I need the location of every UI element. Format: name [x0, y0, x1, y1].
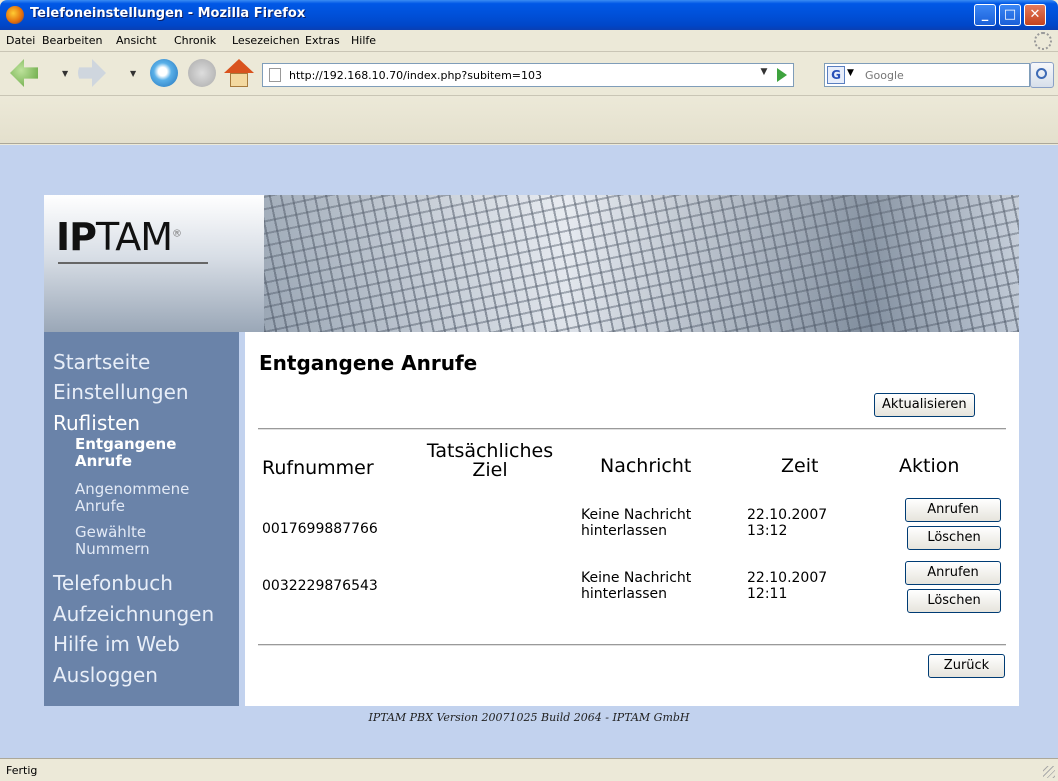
status-bar: Fertig: [0, 758, 1058, 781]
menu-bar: Datei Bearbeiten Ansicht Chronik Lesezei…: [0, 30, 1058, 52]
reload-icon[interactable]: [150, 59, 178, 87]
sidebar-item-startseite[interactable]: Startseite: [53, 350, 150, 374]
forward-arrow-icon[interactable]: [78, 59, 106, 87]
page-icon: [269, 68, 281, 82]
header-banner: IPTAM®: [44, 195, 1019, 332]
bookmarks-toolbar: [0, 96, 1058, 144]
stop-icon[interactable]: [188, 59, 216, 87]
sidebar-subitem-gewaehlte-nummern[interactable]: Gewählte Nummern: [75, 524, 175, 558]
back-history-dropdown-icon[interactable]: ▼: [62, 69, 68, 78]
search-input[interactable]: [865, 67, 1025, 83]
menu-chronik[interactable]: Chronik: [174, 34, 216, 47]
status-text: Fertig: [6, 764, 38, 777]
address-bar[interactable]: ▼: [262, 63, 794, 87]
column-header-zeit: Zeit: [781, 455, 819, 477]
resize-grip-icon[interactable]: [1043, 766, 1055, 778]
maximize-button[interactable]: □: [999, 4, 1021, 26]
menu-hilfe[interactable]: Hilfe: [351, 34, 376, 47]
bottom-divider: [258, 644, 1006, 646]
sidebar-subitem-entgangene-anrufe[interactable]: Entgangene Anrufe: [75, 436, 205, 470]
page-viewport: IPTAM® Startseite Einstellungen Rufliste…: [0, 145, 1058, 758]
sidebar-subitem-angenommene-anrufe[interactable]: Angenommene Anrufe: [75, 481, 215, 515]
url-dropdown-icon[interactable]: ▼: [757, 67, 771, 83]
page-title: Entgangene Anrufe: [259, 351, 478, 375]
back-button[interactable]: Zurück: [928, 654, 1005, 678]
sidebar-item-aufzeichnungen[interactable]: Aufzeichnungen: [53, 602, 214, 626]
row-message: Keine Nachricht hinterlassen: [581, 507, 692, 539]
call-button[interactable]: Anrufen: [905, 561, 1001, 585]
back-arrow-icon[interactable]: [10, 59, 38, 87]
banner-image: [264, 195, 1019, 332]
search-box[interactable]: G ▼: [824, 63, 1030, 87]
sidebar-item-telefonbuch[interactable]: Telefonbuch: [53, 571, 173, 595]
row-time: 22.10.2007 12:11: [747, 570, 828, 602]
main-content: Entgangene Anrufe Aktualisieren Rufnumme…: [245, 332, 1019, 706]
row-number: 0017699887766: [262, 521, 378, 537]
version-footer: IPTAM PBX Version 20071025 Build 2064 - …: [368, 711, 690, 724]
column-header-aktion: Aktion: [899, 455, 960, 477]
window-title-bar: Telefoneinstellungen - Mozilla Firefox _…: [0, 0, 1058, 30]
close-button[interactable]: ✕: [1024, 4, 1046, 26]
menu-lesezeichen[interactable]: Lesezeichen: [232, 34, 300, 47]
forward-history-dropdown-icon[interactable]: ▼: [130, 69, 136, 78]
home-icon[interactable]: [224, 59, 254, 87]
search-button[interactable]: [1030, 62, 1054, 88]
sidebar-item-einstellungen[interactable]: Einstellungen: [53, 380, 189, 404]
row-message: Keine Nachricht hinterlassen: [581, 570, 692, 602]
go-arrow-icon[interactable]: [777, 68, 787, 82]
column-header-rufnummer: Rufnummer: [262, 457, 374, 479]
menu-ansicht[interactable]: Ansicht: [116, 34, 157, 47]
column-header-tatsaechliches-ziel: Tatsächliches Ziel: [426, 440, 554, 481]
sidebar-nav: Startseite Einstellungen Ruflisten Entga…: [44, 332, 239, 706]
google-engine-icon[interactable]: G: [827, 66, 845, 84]
row-number: 0032229876543: [262, 578, 378, 594]
search-engine-dropdown-icon[interactable]: ▼: [847, 68, 854, 78]
column-header-nachricht: Nachricht: [600, 455, 692, 477]
row-time: 22.10.2007 13:12: [747, 507, 828, 539]
url-input[interactable]: [289, 67, 709, 83]
throbber-icon: [1034, 32, 1052, 50]
menu-datei[interactable]: Datei: [6, 34, 35, 47]
window-title: Telefoneinstellungen - Mozilla Firefox: [30, 6, 306, 21]
menu-bearbeiten[interactable]: Bearbeiten: [42, 34, 102, 47]
logo-underline: [58, 262, 208, 264]
menu-extras[interactable]: Extras: [305, 34, 340, 47]
call-button[interactable]: Anrufen: [905, 498, 1001, 522]
sidebar-item-ausloggen[interactable]: Ausloggen: [53, 663, 158, 687]
sidebar-item-ruflisten[interactable]: Ruflisten: [53, 411, 140, 435]
iptam-logo: IPTAM®: [56, 215, 182, 259]
firefox-icon: [6, 6, 24, 24]
delete-button[interactable]: Löschen: [907, 526, 1001, 550]
magnifier-icon: [1036, 68, 1047, 79]
minimize-button[interactable]: _: [974, 4, 996, 26]
delete-button[interactable]: Löschen: [907, 589, 1001, 613]
sidebar-item-hilfe-im-web[interactable]: Hilfe im Web: [53, 632, 180, 656]
refresh-button[interactable]: Aktualisieren: [874, 393, 975, 417]
navigation-toolbar: ▼ ▼ ▼ G ▼: [0, 52, 1058, 96]
top-divider: [258, 428, 1006, 430]
